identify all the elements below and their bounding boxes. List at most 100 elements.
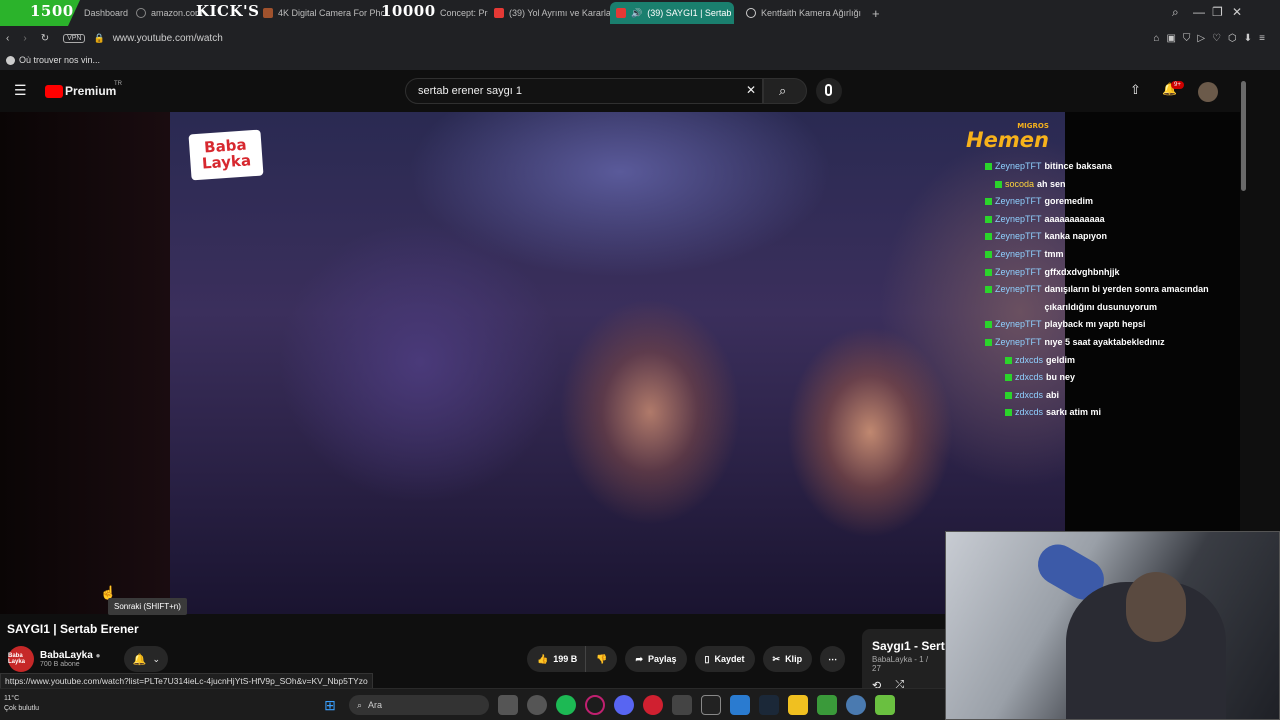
chat-username: ZeynepTFT <box>995 284 1042 295</box>
dislike-button[interactable]: 👎 <box>585 646 618 672</box>
steam-icon[interactable] <box>759 695 779 715</box>
toolbar-icons[interactable]: ⌂▣⛉▷♡⬡⬇≡ <box>1153 33 1272 44</box>
kick-badge-icon <box>985 268 992 276</box>
chat-message: ZeynepTFT danışıların bi yerden sonra ama… <box>985 281 1235 316</box>
tab-2[interactable]: 4K Digital Camera For Pho <box>257 2 384 24</box>
overlay-kicks: KICK'S <box>196 2 260 20</box>
close-icon[interactable]: ✕ <box>1232 5 1242 19</box>
url-field[interactable]: www.youtube.com/watch <box>113 33 223 44</box>
search-icon: ⌕ <box>357 699 363 710</box>
search-button[interactable]: ⌕ <box>763 78 807 104</box>
clip-button[interactable]: ✂ Klip <box>762 646 813 672</box>
tab-6[interactable]: Kentfaith Kamera Ağırlığı <box>740 2 866 24</box>
kick-badge-icon <box>1005 374 1012 382</box>
upload-icon[interactable]: ⇧ <box>1130 82 1141 98</box>
chat-message: ZeynepTFT nıye 5 saat ayaktabekledınız <box>985 334 1235 352</box>
chat-message: socoda ah sen <box>985 176 1235 194</box>
tab-4[interactable]: (39) Yol Ayrımı ve Kararla <box>488 2 610 24</box>
notes-icon[interactable] <box>788 695 808 715</box>
windows-start-icon[interactable]: ⊞ <box>320 695 340 715</box>
overlay-count-10000: 10000 <box>381 2 436 20</box>
channel-avatar[interactable]: Baba Layka <box>8 646 34 672</box>
chat-text: nıye 5 saat ayaktabekledınız <box>1044 336 1165 347</box>
account-avatar[interactable] <box>1198 82 1218 102</box>
tab-label: Dashboard <box>84 8 129 18</box>
like-button[interactable]: 👍 199 B <box>527 646 586 672</box>
lock-icon[interactable]: 🔒 <box>93 33 104 44</box>
share-button[interactable]: ➦ Paylaş <box>625 646 687 672</box>
page-scrollbar[interactable] <box>1240 75 1248 530</box>
forward-icon[interactable]: › <box>23 33 26 44</box>
verified-icon: ● <box>95 651 101 660</box>
minecraft-icon[interactable] <box>817 695 837 715</box>
chat-text: gffxdxdvghbnhjjk <box>1044 266 1120 277</box>
youtube-icon <box>616 8 626 18</box>
tab-0[interactable]: Dashboard <box>78 2 130 24</box>
vpn-badge[interactable]: VPN <box>63 33 86 43</box>
chat-text: sarkı atim mi <box>1046 407 1102 418</box>
epic-games-icon[interactable] <box>701 695 721 715</box>
search-input[interactable]: sertab erener saygı 1 <box>405 78 763 104</box>
chat-text: geldim <box>1046 354 1076 365</box>
playlist-panel[interactable]: Saygı1 - Sert BabaLayka - 1 / 27 ⟲ ⤮ <box>862 629 946 692</box>
more-actions-button[interactable]: ⋯ <box>820 646 846 672</box>
scrollbar-thumb[interactable] <box>1241 81 1246 191</box>
address-bar: ‹ › ↻ VPN 🔒 www.youtube.com/watch ⌂▣⛉▷♡⬡… <box>0 26 1280 50</box>
new-tab-button[interactable]: + <box>866 2 886 24</box>
chat-text: aaaaaaaaaaaa <box>1044 213 1105 224</box>
chat-text: bu ney <box>1046 372 1076 383</box>
subscribe-bell-button[interactable]: 🔔 ⌄ <box>124 646 169 672</box>
mic-icon <box>825 84 832 96</box>
concert-audience-scene <box>170 112 1065 614</box>
channel-name[interactable]: BabaLayka ● <box>40 650 100 661</box>
weather-widget[interactable]: 11°C Çok bulutlu <box>4 694 39 714</box>
scissors-icon: ✂ <box>772 653 781 664</box>
globe-icon <box>746 8 756 18</box>
tab-5[interactable]: 🔊 (39) SAYGI1 | Sertab E <box>610 2 734 24</box>
opera-icon[interactable] <box>585 695 605 715</box>
photos-icon[interactable] <box>730 695 750 715</box>
spotify-icon[interactable] <box>556 695 576 715</box>
kick-badge-icon <box>985 338 992 346</box>
voice-search-button[interactable] <box>816 78 842 104</box>
streamer-webcam <box>945 531 1280 720</box>
tab-label: Kentfaith Kamera Ağırlığı <box>761 8 862 18</box>
youtube-logo-icon[interactable] <box>45 85 63 98</box>
kick-badge-icon <box>985 163 992 170</box>
discord-icon[interactable] <box>614 695 634 715</box>
brand-label[interactable]: Premium <box>65 84 116 98</box>
menu-icon[interactable]: ☰ <box>14 82 27 99</box>
search-icon: ⌕ <box>779 83 787 98</box>
back-icon[interactable]: ‹ <box>6 33 9 44</box>
settings-icon[interactable] <box>846 695 866 715</box>
chat-username: ZeynepTFT <box>995 336 1042 347</box>
bell-icon: 🔔 <box>132 653 147 666</box>
app-cube-icon[interactable] <box>875 695 895 715</box>
clear-search-icon[interactable]: ✕ <box>746 83 756 97</box>
kick-badge-icon <box>1005 409 1012 417</box>
save-button[interactable]: ▯ Kaydet <box>694 646 755 672</box>
overlay-count-1500: 1500 <box>30 2 74 20</box>
bookmark-item[interactable]: Où trouver nos vin... <box>19 55 100 65</box>
chat-message: zdxcds bu ney <box>985 369 1235 387</box>
chat-text: ah sen <box>1037 178 1066 189</box>
kick-badge-icon <box>995 180 1002 188</box>
task-view-icon[interactable] <box>498 695 518 715</box>
media-app-icon[interactable] <box>643 695 663 715</box>
playlist-subtitle: BabaLayka - 1 / 27 <box>872 655 929 673</box>
speaker-icon[interactable]: 🔊 <box>631 8 642 19</box>
chat-message: zdxcds geldim <box>985 352 1235 370</box>
chat-username: ZeynepTFT <box>995 196 1042 207</box>
tab-label: 4K Digital Camera For Pho <box>278 8 384 18</box>
loading-icon <box>136 8 146 18</box>
chat-text: goremedim <box>1044 196 1094 207</box>
reload-icon[interactable]: ↻ <box>41 33 49 44</box>
chrome-icon[interactable] <box>527 695 547 715</box>
store-icon[interactable] <box>672 695 692 715</box>
search-tabs-icon[interactable]: ⌕ <box>1172 5 1179 20</box>
restore-icon[interactable]: ❐ <box>1212 5 1223 19</box>
kick-badge-icon <box>985 250 992 258</box>
taskbar-search[interactable]: ⌕ Ara <box>349 695 489 715</box>
minimize-icon[interactable]: — <box>1193 5 1205 19</box>
favicon-icon <box>263 8 273 18</box>
